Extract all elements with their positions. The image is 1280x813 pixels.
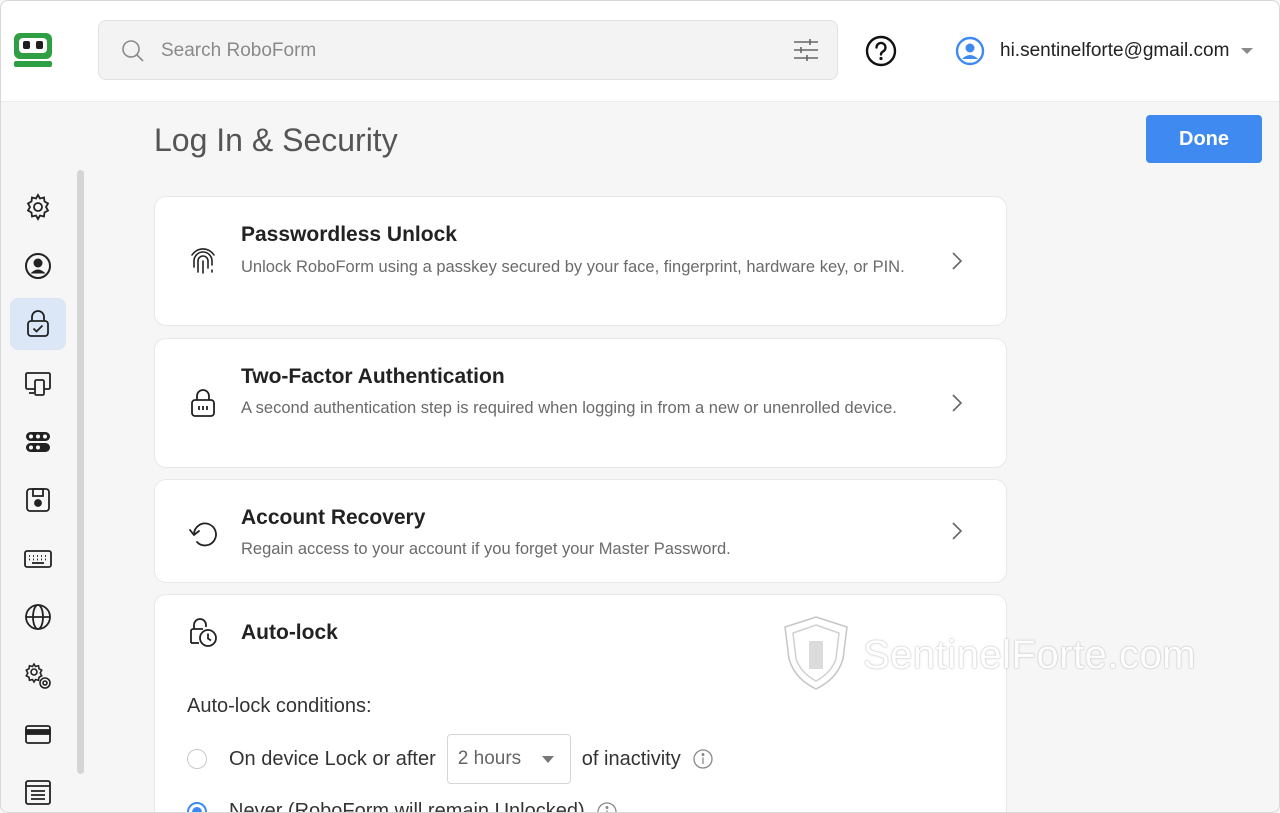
sidebar-item-advanced[interactable] xyxy=(10,650,66,702)
lock-icon xyxy=(191,389,215,417)
chevron-right-icon xyxy=(952,252,963,270)
watermark: SentinelForte.com xyxy=(781,613,1196,693)
auto-lock-conditions-label: Auto-lock conditions: xyxy=(187,695,372,717)
sidebar-item-web[interactable] xyxy=(10,591,66,643)
top-bar: hi.sentinelforte@gmail.com xyxy=(1,1,1279,102)
toggles-icon xyxy=(26,432,50,452)
inactivity-duration-select[interactable]: 2 hours xyxy=(446,734,571,784)
passwordless-unlock-card[interactable]: Passwordless Unlock Unlock RoboForm usin… xyxy=(154,196,1007,326)
fingerprint-icon xyxy=(191,248,215,274)
devices-icon xyxy=(25,372,51,396)
option-prefix-text: On device Lock or after xyxy=(229,747,436,770)
card-title: Account Recovery xyxy=(241,506,426,529)
option-never-text: Never (RoboForm will remain Unlocked) xyxy=(229,800,585,813)
credit-card-icon xyxy=(25,725,51,744)
gears-icon xyxy=(25,662,51,689)
search-bar[interactable] xyxy=(98,20,838,80)
auto-lock-option-inactivity: On device Lock or after 2 hours of inact… xyxy=(187,734,713,784)
save-icon xyxy=(26,488,50,512)
sidebar-item-keyboard[interactable] xyxy=(10,533,66,585)
sidebar-item-devices[interactable] xyxy=(10,357,66,409)
watermark-text: SentinelForte.com xyxy=(863,633,1197,677)
sidebar-item-settings[interactable] xyxy=(10,181,66,233)
search-input[interactable] xyxy=(159,35,763,67)
info-icon[interactable] xyxy=(597,801,617,813)
card-title: Two-Factor Authentication xyxy=(241,365,505,388)
card-description: A second authentication step is required… xyxy=(241,399,897,417)
lock-check-icon xyxy=(27,310,49,337)
info-icon[interactable] xyxy=(693,749,713,769)
radio-inactivity[interactable] xyxy=(187,749,207,769)
sidebar-scrollbar[interactable] xyxy=(77,170,84,774)
lock-clock-icon xyxy=(190,618,217,647)
sidebar-item-security[interactable] xyxy=(10,298,66,350)
auto-lock-option-never: Never (RoboForm will remain Unlocked) xyxy=(187,800,617,813)
avatar-icon xyxy=(955,36,985,66)
chevron-right-icon xyxy=(952,394,963,412)
dropdown-arrow-icon xyxy=(541,756,554,763)
chevron-down-icon xyxy=(1241,48,1254,54)
shield-logo-icon xyxy=(784,616,848,690)
search-icon xyxy=(122,40,144,62)
account-recovery-card[interactable]: Account Recovery Regain access to your a… xyxy=(154,479,1007,583)
card-description: Regain access to your account if you for… xyxy=(241,540,731,558)
card-title: Passwordless Unlock xyxy=(241,223,457,246)
help-icon[interactable] xyxy=(865,35,897,67)
sidebar-item-billing[interactable] xyxy=(10,708,66,760)
keyboard-icon xyxy=(24,550,52,568)
sidebar-item-backup[interactable] xyxy=(10,474,66,526)
card-description: Unlock RoboForm using a passkey secured … xyxy=(241,258,905,276)
sidebar-item-account[interactable] xyxy=(10,240,66,292)
two-factor-card[interactable]: Two-Factor Authentication A second authe… xyxy=(154,338,1007,468)
app-window: hi.sentinelforte@gmail.com xyxy=(0,0,1280,813)
gear-icon xyxy=(26,193,50,221)
select-value: 2 hours xyxy=(457,748,522,769)
globe-icon xyxy=(25,604,51,630)
page-title: Log In & Security xyxy=(154,122,398,158)
done-button[interactable]: Done xyxy=(1146,115,1262,163)
roboform-logo[interactable] xyxy=(13,31,53,69)
window-list-icon xyxy=(25,780,51,805)
account-email: hi.sentinelforte@gmail.com xyxy=(1000,40,1230,61)
filter-sliders-icon[interactable] xyxy=(793,38,819,62)
sidebar-item-logs[interactable] xyxy=(10,766,66,812)
sidebar-item-toggles[interactable] xyxy=(10,416,66,468)
option-suffix-text: of inactivity xyxy=(581,747,681,770)
card-title: Auto-lock xyxy=(241,621,338,644)
chevron-right-icon xyxy=(952,522,963,540)
recovery-icon xyxy=(189,522,217,547)
account-menu[interactable]: hi.sentinelforte@gmail.com xyxy=(955,34,1254,68)
user-circle-icon xyxy=(25,253,51,279)
radio-never[interactable] xyxy=(187,801,207,812)
sidebar xyxy=(1,102,85,812)
